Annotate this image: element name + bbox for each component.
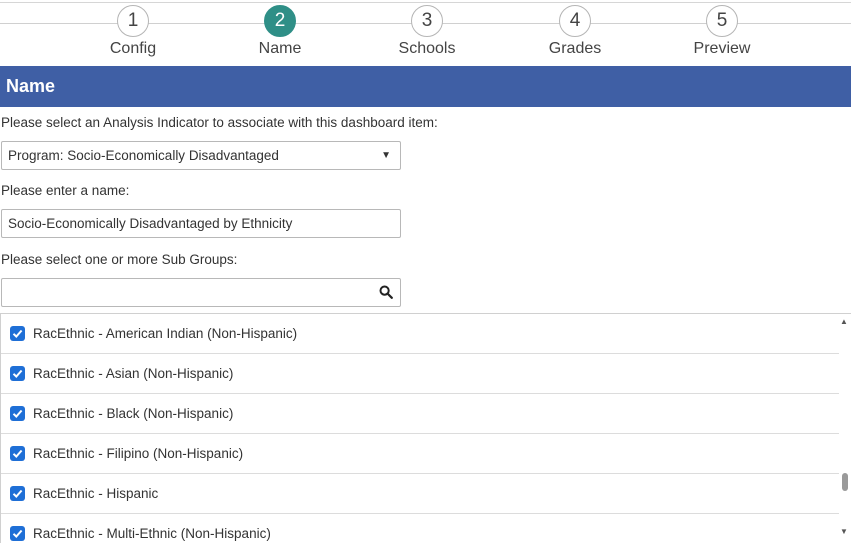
chevron-down-icon: ▼ [381,150,391,161]
name-input[interactable] [1,209,401,238]
step-schools[interactable]: 3 Schools [372,5,482,58]
step-number: 3 [411,5,443,37]
step-label: Config [109,40,157,57]
list-item[interactable]: RacEthnic - Multi-Ethnic (Non-Hispanic) [1,514,839,543]
section-header: Name [0,66,851,107]
list-item[interactable]: RacEthnic - Asian (Non-Hispanic) [1,354,839,394]
step-number: 2 [264,5,296,37]
list-item-label: RacEthnic - Hispanic [33,486,159,501]
checkbox[interactable] [10,486,25,501]
checkbox[interactable] [10,406,25,421]
name-label: Please enter a name: [1,183,130,198]
list-scrollbar[interactable]: ▲ ▼ [839,314,851,543]
indicator-label: Please select an Analysis Indicator to a… [1,115,438,130]
checkbox[interactable] [10,326,25,341]
scroll-up-arrow-icon[interactable]: ▲ [840,317,848,326]
checkmark-icon [12,409,23,418]
list-item-label: RacEthnic - Filipino (Non-Hispanic) [33,446,244,461]
stepper-top-divider [0,2,851,3]
subgroups-label: Please select one or more Sub Groups: [1,252,238,267]
search-icon[interactable] [379,285,393,299]
list-item-label: RacEthnic - Multi-Ethnic (Non-Hispanic) [33,526,271,541]
indicator-select-value: Program: Socio-Economically Disadvantage… [8,148,279,163]
list-item[interactable]: RacEthnic - American Indian (Non-Hispani… [1,314,839,354]
checkmark-icon [12,449,23,458]
step-label: Preview [693,40,751,57]
step-label: Grades [548,40,602,57]
list-item[interactable]: RacEthnic - Black (Non-Hispanic) [1,394,839,434]
step-number: 5 [706,5,738,37]
list-item-label: RacEthnic - American Indian (Non-Hispani… [33,326,298,341]
step-name[interactable]: 2 Name [225,5,335,58]
list-item[interactable]: RacEthnic - Filipino (Non-Hispanic) [1,434,839,474]
checkbox[interactable] [10,446,25,461]
indicator-select[interactable]: Program: Socio-Economically Disadvantage… [1,141,401,170]
step-number: 1 [117,5,149,37]
subgroup-list: RacEthnic - American Indian (Non-Hispani… [0,313,851,543]
step-label: Name [258,40,302,57]
checkmark-icon [12,529,23,538]
checkbox[interactable] [10,526,25,541]
wizard-stepper: 1 Config 2 Name 3 Schools 4 Grades 5 Pre… [0,0,851,66]
scroll-down-arrow-icon[interactable]: ▼ [840,527,848,536]
subgroup-search-box[interactable] [1,278,401,307]
list-item[interactable]: RacEthnic - Hispanic [1,474,839,514]
step-number: 4 [559,5,591,37]
checkmark-icon [12,329,23,338]
list-item-label: RacEthnic - Black (Non-Hispanic) [33,406,234,421]
checkbox[interactable] [10,366,25,381]
checkmark-icon [12,369,23,378]
list-item-label: RacEthnic - Asian (Non-Hispanic) [33,366,234,381]
step-label: Schools [398,40,456,57]
step-grades[interactable]: 4 Grades [520,5,630,58]
step-config[interactable]: 1 Config [78,5,188,58]
checkmark-icon [12,489,23,498]
step-preview[interactable]: 5 Preview [667,5,777,58]
scroll-thumb[interactable] [842,473,848,491]
